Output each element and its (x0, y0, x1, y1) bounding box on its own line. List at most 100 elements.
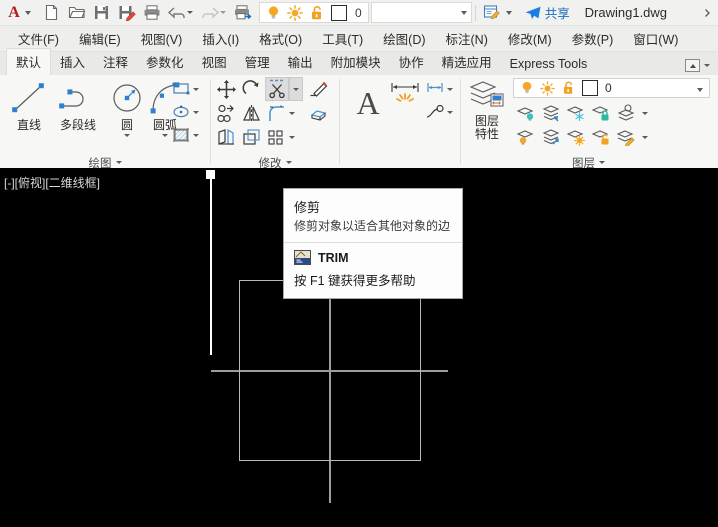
tab-annotate[interactable]: 注释 (94, 49, 137, 75)
tab-view[interactable]: 视图 (193, 49, 236, 75)
modify-erase-button[interactable] (307, 78, 329, 100)
redo-button[interactable] (197, 0, 222, 25)
modify-explode-button[interactable] (307, 102, 329, 124)
save-as-button[interactable] (114, 0, 139, 25)
modify-fillet-button[interactable] (265, 102, 287, 124)
tab-addins[interactable]: 附加模块 (322, 49, 390, 75)
annotation-linear-dim-button[interactable] (424, 78, 446, 100)
ribbon-minimize-group[interactable] (685, 59, 710, 72)
layer-unlock-button[interactable] (590, 126, 612, 148)
modify-mirror-button[interactable] (240, 102, 262, 124)
modify-fillet-chevron[interactable] (287, 102, 296, 124)
undo-button[interactable] (164, 0, 189, 25)
tab-output[interactable]: 输出 (279, 49, 322, 75)
layer-combo-dropdown[interactable] (370, 2, 472, 23)
layer-off-button[interactable] (515, 102, 537, 124)
layer-state-combo[interactable]: 0 (513, 78, 710, 98)
tab-parametric[interactable]: 参数化 (137, 49, 193, 75)
modify-trim-button[interactable] (265, 77, 289, 101)
layer-turn-all-on-button[interactable] (515, 126, 537, 148)
draw-ellipse-chevron[interactable] (191, 101, 200, 123)
draw-arc-chevron-down-icon[interactable] (162, 134, 168, 137)
draw-circle-chevron-down-icon[interactable] (124, 134, 130, 137)
menu-view[interactable]: 视图(V) (131, 26, 193, 51)
layer-change-to-current-button[interactable] (615, 126, 637, 148)
layer-tools-chevron-2[interactable] (640, 126, 649, 148)
modify-trim-chevron[interactable] (289, 77, 303, 101)
modify-move-button[interactable] (215, 78, 237, 100)
annotation-text-button[interactable]: A (345, 79, 391, 119)
panel-modify-chevron-down-icon[interactable] (285, 161, 292, 164)
layer-freeze-toggle[interactable] (284, 4, 306, 22)
open-file-button[interactable] (64, 0, 89, 25)
layer-state-lightbulb-button[interactable] (516, 80, 537, 96)
panel-layers-chevron-down-icon[interactable] (599, 161, 605, 164)
tab-collaborate[interactable]: 协作 (390, 49, 433, 75)
draw-hatch-chevron[interactable] (191, 124, 200, 146)
panel-draw-chevron-down-icon[interactable] (115, 161, 122, 164)
tab-express-tools[interactable]: Express Tools (501, 54, 597, 75)
menu-tools[interactable]: 工具(T) (312, 26, 373, 51)
tab-insert[interactable]: 插入 (51, 49, 94, 75)
minimize-ribbon-button[interactable] (685, 59, 700, 72)
modify-stretch-button[interactable] (215, 126, 237, 148)
annotation-leader-chevron[interactable] (445, 101, 454, 123)
menu-dimension[interactable]: 标注(N) (436, 26, 498, 51)
save-button[interactable] (89, 0, 114, 25)
layer-state-lock-button[interactable] (558, 80, 579, 96)
viewport-label[interactable]: [-][俯视][二维线框] (4, 174, 100, 191)
layer-freeze-button[interactable] (565, 102, 587, 124)
annotation-leader-button[interactable] (424, 101, 446, 123)
app-menu-chevron-down-icon[interactable] (25, 10, 31, 15)
workspace-chevron-down-icon[interactable] (505, 10, 512, 15)
modify-rotate-button[interactable] (240, 78, 262, 100)
menu-modify[interactable]: 修改(M) (498, 26, 562, 51)
layer-properties-button[interactable]: 图层 特性 (467, 77, 507, 141)
draw-line-button[interactable]: 直线 (6, 77, 52, 132)
menu-format[interactable]: 格式(O) (249, 26, 312, 51)
titlebar-overflow[interactable] (702, 0, 712, 25)
layer-unisolate-button[interactable] (540, 126, 562, 148)
workspace-switch-button[interactable] (479, 0, 504, 25)
layer-isolate-button[interactable] (540, 102, 562, 124)
tab-featured-apps[interactable]: 精选应用 (433, 49, 501, 75)
layer-merge-button[interactable] (615, 102, 637, 124)
layer-state-color-swatch[interactable] (579, 80, 601, 96)
layer-state-chevron-down-icon[interactable] (697, 81, 707, 95)
share-button[interactable]: 共享 (518, 3, 570, 22)
tab-home[interactable]: 默认 (6, 48, 52, 76)
layer-thaw-all-button[interactable] (565, 126, 587, 148)
menu-edit[interactable]: 编辑(E) (69, 26, 131, 51)
draw-rectangle-chevron[interactable] (191, 78, 200, 100)
annotation-dimension-button[interactable] (390, 81, 420, 109)
minimize-ribbon-chevron-down-icon[interactable] (704, 64, 710, 67)
draw-ellipse-button[interactable] (170, 101, 192, 123)
draw-hatch-button[interactable] (170, 124, 192, 146)
menu-insert[interactable]: 插入(I) (192, 26, 249, 51)
annotation-linear-chevron[interactable] (445, 78, 454, 100)
undo-chevron-down-icon[interactable] (187, 11, 193, 14)
tab-manage[interactable]: 管理 (236, 49, 279, 75)
selected-line-vertical[interactable] (210, 176, 212, 355)
line-endpoint-grip[interactable] (206, 170, 215, 179)
layer-state-sun-button[interactable] (537, 80, 558, 96)
menu-parametric[interactable]: 参数(P) (562, 26, 624, 51)
layer-lock-button[interactable] (590, 102, 612, 124)
draw-rectangle-button[interactable] (170, 78, 192, 100)
layer-lock-toggle[interactable] (306, 4, 328, 22)
menu-draw[interactable]: 绘图(D) (373, 26, 435, 51)
layer-combo-chevron-down-icon[interactable] (460, 10, 467, 15)
menu-window[interactable]: 窗口(W) (623, 26, 688, 51)
app-menu-button[interactable]: A (0, 4, 28, 21)
modify-array-button[interactable] (265, 126, 287, 148)
drawn-rectangle[interactable] (239, 280, 421, 461)
plot-button[interactable] (139, 0, 164, 25)
layer-tools-chevron-1[interactable] (640, 102, 649, 124)
modify-scale-button[interactable] (240, 126, 262, 148)
redo-chevron-down-icon[interactable] (220, 11, 226, 14)
layer-on-toggle[interactable] (262, 4, 284, 22)
modify-copy-button[interactable] (215, 102, 237, 124)
new-file-button[interactable] (39, 0, 64, 25)
layer-color-swatch[interactable] (328, 4, 350, 22)
modify-array-chevron[interactable] (287, 126, 296, 148)
